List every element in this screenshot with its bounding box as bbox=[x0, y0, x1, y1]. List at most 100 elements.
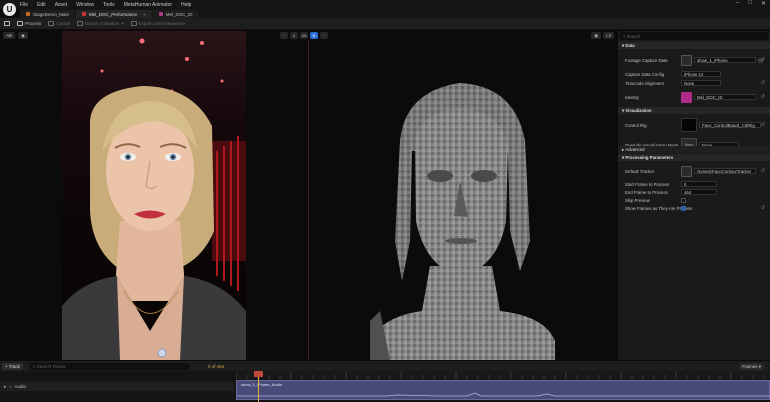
process-icon bbox=[17, 21, 23, 26]
menu-help[interactable]: Help bbox=[181, 2, 191, 8]
cancel-label: Cancel bbox=[56, 21, 71, 26]
save-icon[interactable] bbox=[4, 21, 10, 26]
close-icon[interactable]: ✕ bbox=[761, 0, 766, 7]
timecode-combo[interactable]: None bbox=[681, 80, 721, 86]
identity-combo[interactable]: Mel_DOC_ID bbox=[694, 94, 756, 100]
export-icon bbox=[77, 21, 84, 26]
footage-capture-data-combo[interactable]: show_1_iPhone bbox=[694, 57, 756, 63]
identity-icon bbox=[158, 12, 163, 16]
cancel-icon bbox=[48, 21, 55, 26]
export-level-sequence-label: Export Level Sequence bbox=[138, 21, 186, 26]
menu-tools[interactable]: Tools bbox=[103, 2, 115, 8]
menu-asset[interactable]: Asset bbox=[55, 2, 68, 8]
menu-bar: File Edit Asset Window Tools MetaHuman A… bbox=[0, 0, 770, 9]
level-icon bbox=[26, 12, 30, 16]
view-mode-a[interactable]: A bbox=[290, 32, 298, 39]
section-data[interactable]: ▾ Data bbox=[618, 42, 770, 49]
search-placeholder: Search bbox=[626, 33, 641, 39]
start-frame-input[interactable]: 0 bbox=[681, 181, 717, 187]
menu-file[interactable]: File bbox=[20, 2, 28, 8]
process-label: Process bbox=[25, 21, 42, 26]
playhead-handle[interactable] bbox=[254, 371, 263, 377]
identity-label: Identity bbox=[625, 94, 639, 100]
menu-window[interactable]: Window bbox=[76, 2, 94, 8]
performance-icon bbox=[82, 12, 87, 16]
section-advanced[interactable]: ▸ Advanced bbox=[618, 146, 770, 153]
row-control-rig: Control Rig Face_ControlBoard_CtrlRig ↺ bbox=[618, 116, 770, 134]
audio-clip[interactable]: show_1_iPhone_Audio bbox=[236, 380, 770, 400]
skip-preview-label: Skip Preview bbox=[625, 197, 650, 203]
reset-icon[interactable]: ↺ bbox=[761, 57, 765, 63]
split-divider[interactable] bbox=[308, 40, 309, 360]
view-mode-ab[interactable]: AB bbox=[300, 32, 308, 39]
footage-label: Footage Capture Data bbox=[625, 57, 668, 63]
audio-icon: ♪ bbox=[9, 384, 12, 389]
audio-track-row[interactable]: ▸ ♪ Audio bbox=[0, 382, 234, 391]
reset-icon[interactable]: ↺ bbox=[761, 94, 765, 100]
section-label: Processing Parameters bbox=[625, 155, 674, 160]
depth-mesh-view bbox=[370, 83, 555, 360]
frame-counter: 0 of 464 bbox=[208, 364, 225, 369]
reset-icon[interactable]: ↺ bbox=[761, 80, 765, 86]
footage-video-view bbox=[62, 31, 246, 360]
control-rig-combo[interactable]: Face_ControlBoard_CtrlRig bbox=[699, 122, 761, 128]
end-frame-input[interactable]: 464 bbox=[681, 189, 717, 195]
timeline-ruler[interactable] bbox=[236, 371, 770, 379]
lit-mode-button[interactable]: Lit bbox=[603, 32, 614, 39]
time-display-combo[interactable]: Frames ▾ bbox=[739, 363, 764, 370]
document-tab-bar: StageDemo_Main Mel_DOC_Performance × Mel… bbox=[20, 9, 770, 18]
next-icon[interactable]: › bbox=[320, 32, 328, 39]
view-mode-b[interactable]: B bbox=[310, 32, 318, 39]
section-processing-parameters[interactable]: ▾ Processing Parameters bbox=[618, 154, 770, 161]
control-rig-thumbnail bbox=[681, 118, 697, 132]
track-search-input[interactable]: ⌕ Search Tracks bbox=[30, 363, 190, 370]
tab-label: Mel_DOC_ID bbox=[165, 11, 193, 17]
sequence-icon bbox=[130, 21, 137, 26]
details-search-input[interactable]: ⌕ Search bbox=[620, 32, 768, 40]
viewport-view-button[interactable]: AB bbox=[3, 32, 16, 39]
row-capture-data-config: Capture Data Config iPhone 12 bbox=[618, 70, 770, 78]
capture-config-label: Capture Data Config bbox=[625, 71, 665, 77]
tab-mel-doc-performance[interactable]: Mel_DOC_Performance × bbox=[76, 10, 152, 18]
skip-preview-checkbox[interactable] bbox=[681, 197, 686, 203]
export-level-sequence-button[interactable]: Export Level Sequence bbox=[130, 21, 186, 26]
show-frames-checkbox[interactable] bbox=[681, 205, 686, 211]
export-animation-label: Export Animation bbox=[85, 21, 120, 26]
tab-mel-doc-id[interactable]: Mel_DOC_ID bbox=[152, 10, 199, 18]
prev-icon[interactable]: ‹ bbox=[280, 32, 288, 39]
row-footage-capture-data: Footage Capture Data show_1_iPhone ↺ bbox=[618, 52, 770, 68]
tab-label: Mel_DOC_Performance bbox=[89, 11, 138, 17]
menu-metahuman-animator[interactable]: MetaHuman Animator bbox=[124, 2, 172, 8]
capture-config-combo[interactable]: iPhone 12 bbox=[681, 71, 721, 77]
close-tab-icon[interactable]: × bbox=[143, 12, 146, 17]
cancel-button[interactable]: Cancel bbox=[48, 21, 70, 26]
menu-edit[interactable]: Edit bbox=[37, 2, 46, 8]
chevron-right-icon: ▸ bbox=[4, 383, 7, 389]
section-visualization[interactable]: ▾ Visualization bbox=[618, 107, 770, 114]
stage-lights bbox=[100, 38, 224, 93]
reset-icon[interactable]: ↺ bbox=[761, 205, 765, 211]
tab-stagedemo-main[interactable]: StageDemo_Main bbox=[20, 10, 76, 18]
reset-icon[interactable]: ↺ bbox=[761, 168, 765, 174]
track-list: ▸ ♪ Audio bbox=[0, 379, 234, 402]
add-track-button[interactable]: + Track bbox=[2, 363, 23, 370]
tracker-thumbnail bbox=[681, 165, 692, 177]
export-animation-button[interactable]: Export Animation ▾ bbox=[77, 21, 124, 27]
row-end-frame: End Frame to Process 464 bbox=[618, 188, 770, 196]
viewport[interactable]: AB ◉ ‹ A AB B › ◉ Lit bbox=[0, 31, 617, 360]
unreal-logo-icon[interactable]: U bbox=[3, 3, 16, 16]
minimize-icon[interactable]: – bbox=[736, 0, 739, 7]
default-tracker-combo[interactable]: GenericFaceContourTracker bbox=[694, 168, 756, 174]
asset-toolbar: Process Cancel Export Animation ▾ Export… bbox=[0, 18, 770, 30]
footage-image bbox=[62, 38, 246, 360]
audio-waveform bbox=[237, 392, 770, 397]
end-frame-label: End Frame to Process bbox=[625, 189, 668, 195]
viewport-settings-button[interactable]: ◉ bbox=[591, 32, 602, 39]
row-identity: Identity Mel_DOC_ID ↺ bbox=[618, 89, 770, 105]
sequencer-toolbar: + Track ⌕ Search Tracks 0 of 464 Frames … bbox=[0, 361, 770, 371]
maximize-icon[interactable]: □ bbox=[748, 0, 752, 7]
reset-icon[interactable]: ↺ bbox=[761, 122, 765, 128]
viewport-camera-button[interactable]: ◉ bbox=[18, 32, 28, 39]
process-button[interactable]: Process bbox=[17, 21, 41, 26]
row-start-frame: Start Frame to Process 0 bbox=[618, 180, 770, 188]
